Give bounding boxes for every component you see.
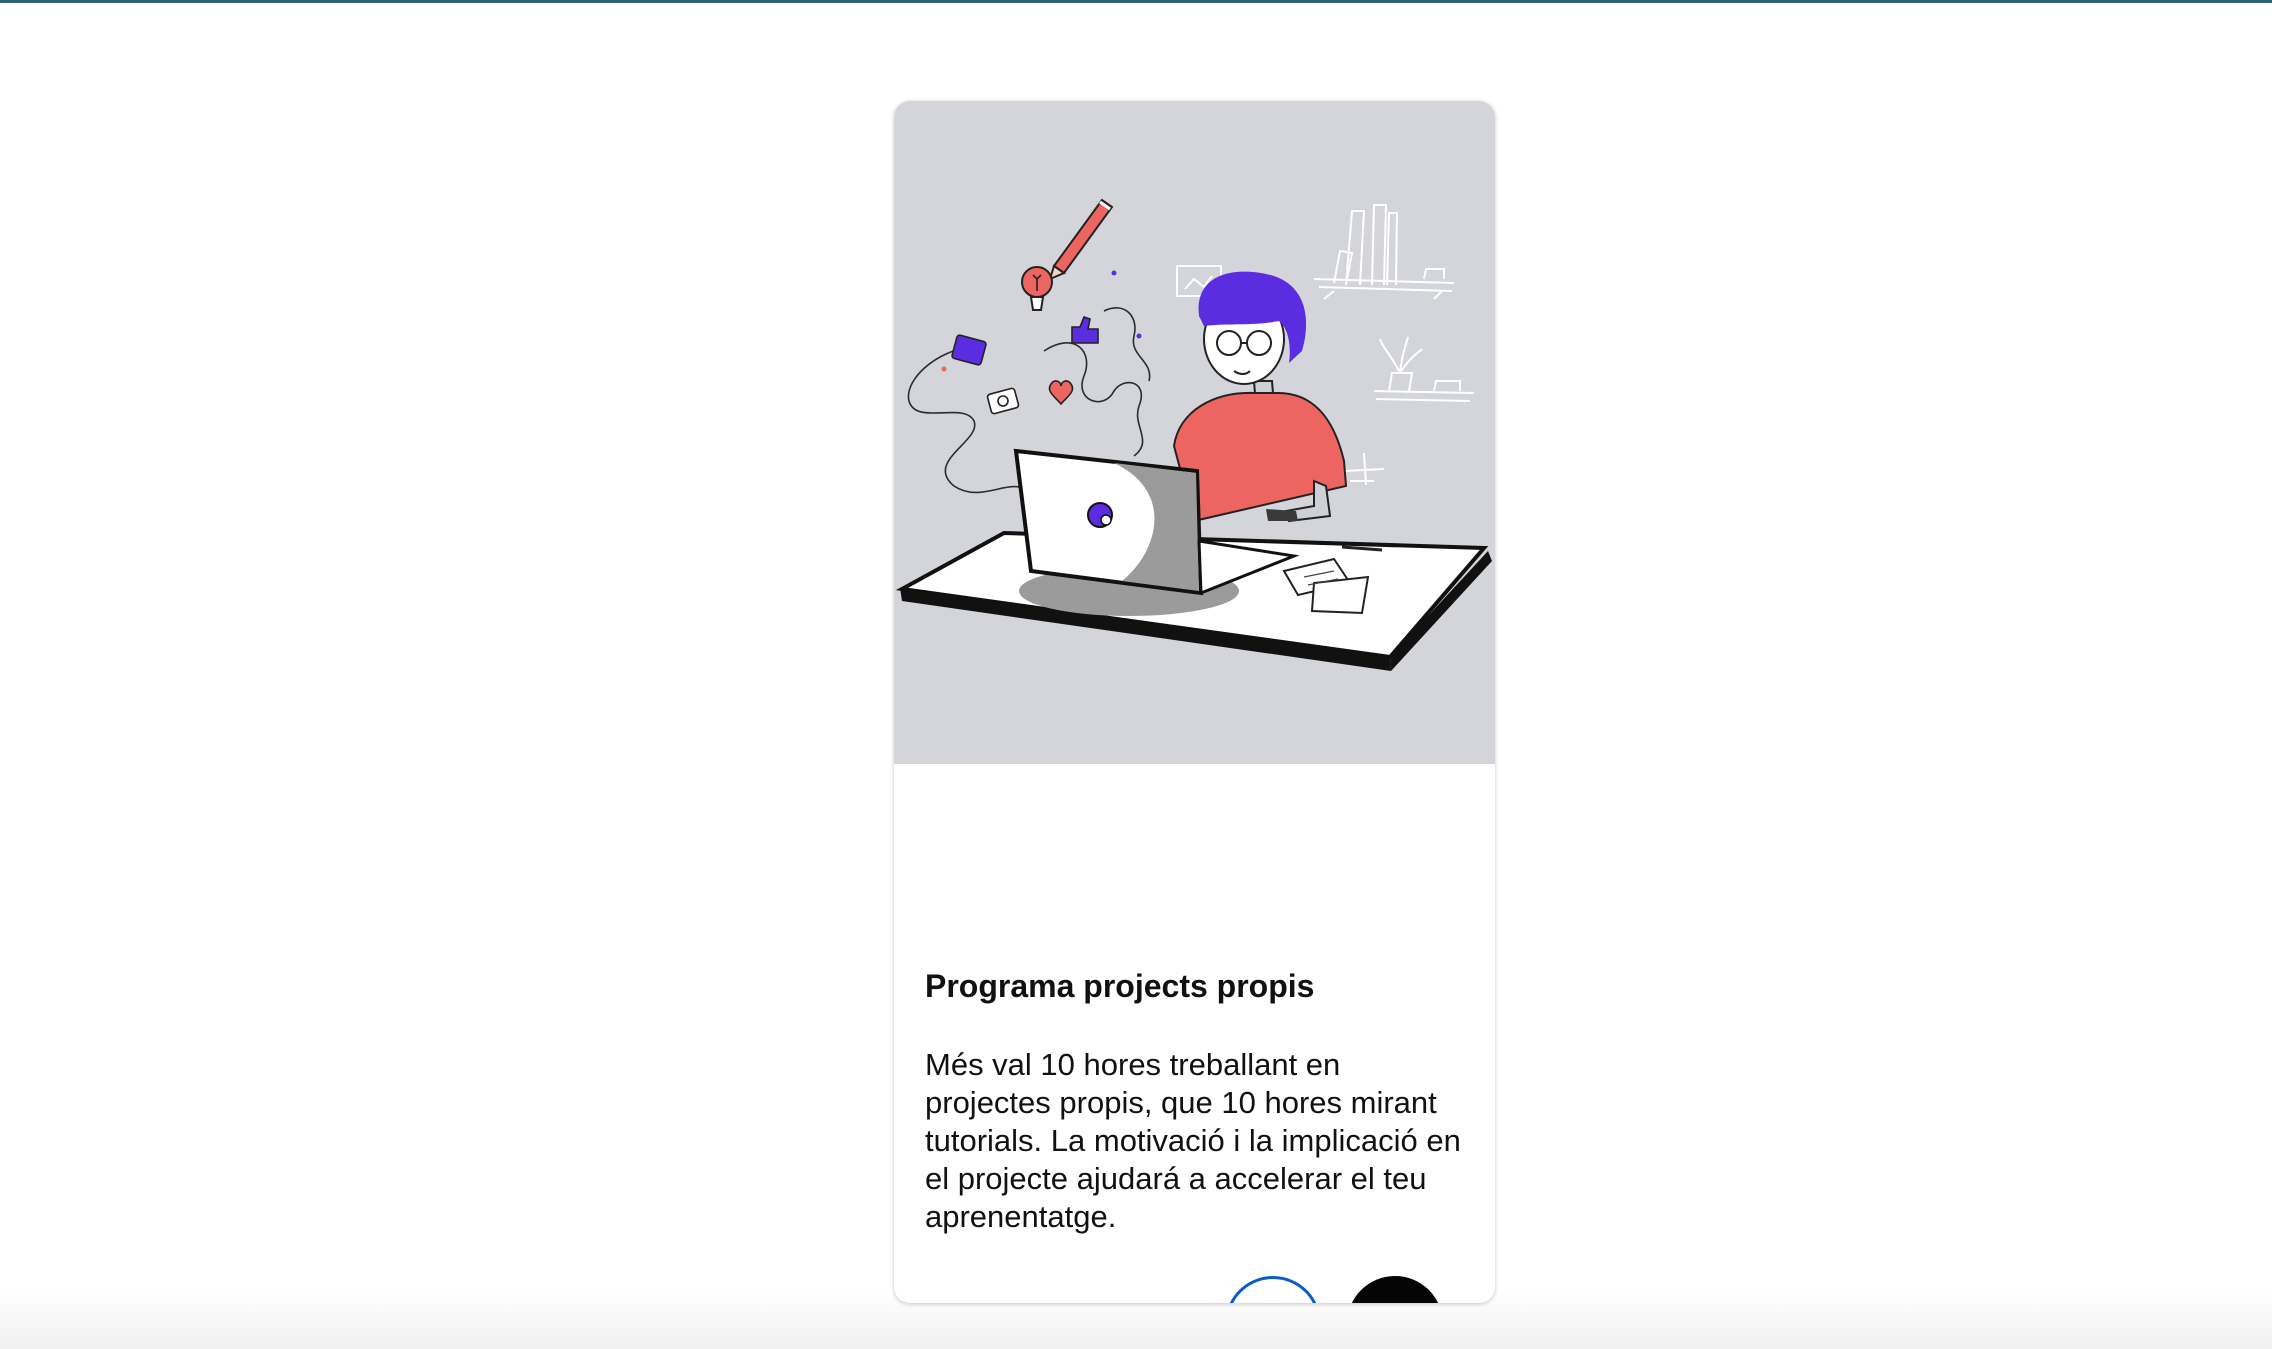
onboarding-card: Programa projects propis Més val 10 hore…: [894, 101, 1495, 1303]
thumbs-up-drawing: [1071, 316, 1099, 344]
person-at-laptop-illustration: [895, 198, 1492, 671]
pencil-drawing: [1048, 198, 1114, 281]
lightbulb-drawing: [1021, 266, 1053, 311]
plant-shelf-drawing: [1373, 336, 1475, 402]
bookshelf-drawing: [1313, 204, 1455, 300]
slide-title: Programa projects propis: [925, 968, 1315, 1004]
chat-drawing: [951, 334, 987, 366]
heart-drawing: [1048, 380, 1074, 406]
hero-illustration: [894, 101, 1495, 764]
slide-description: Més val 10 hores treballant en projectes…: [925, 1047, 1461, 1234]
previous-slide-button[interactable]: [1225, 1276, 1321, 1303]
person-drawing: [1172, 271, 1348, 523]
wall-cross-drawing: [1343, 452, 1385, 486]
next-slide-button[interactable]: [1347, 1276, 1443, 1303]
window-top-border: [0, 0, 2272, 3]
camera-drawing: [986, 387, 1020, 415]
